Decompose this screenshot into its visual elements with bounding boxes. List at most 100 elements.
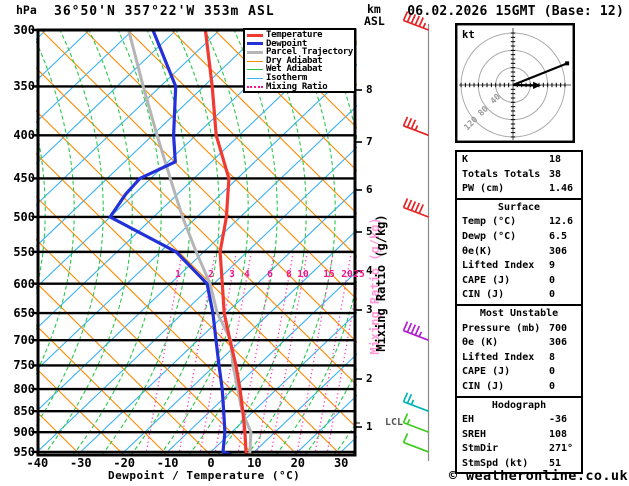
pressure-tick-label: 400 xyxy=(13,128,35,143)
table-section: Surface Temp (°C) 12.6 Dewp (°C) 6.5 θe(K) 306… xyxy=(457,200,581,306)
table-row: θe (K) 306 xyxy=(457,336,581,351)
table-row-label: PW (cm) xyxy=(462,183,505,195)
pressure-tick-label: 500 xyxy=(13,209,35,224)
table-row: θe(K) 306 xyxy=(457,245,581,260)
table-row: Pressure (mb) 700 xyxy=(457,322,581,337)
table-row-label: Pressure (mb) xyxy=(462,322,541,334)
table-row-label: Totals Totals xyxy=(462,168,541,180)
pressure-axis-unit: hPa xyxy=(16,3,37,17)
hodograph-ring-label: 120 xyxy=(462,115,480,133)
station-title: 36°50'N 357°22'W 353m ASL xyxy=(54,4,275,19)
table-section: K 18 Totals Totals 38 PW (cm) 1.46 xyxy=(457,152,581,200)
pressure-tick-label: 800 xyxy=(13,382,35,397)
legend-swatch-isotherm xyxy=(247,77,263,79)
table-row-label: Dewp (°C) xyxy=(462,230,517,242)
temperature-tick-label: -20 xyxy=(113,456,136,470)
table-row: Lifted Index 9 xyxy=(457,259,581,274)
table-section-header: Surface xyxy=(497,201,541,213)
legend-swatch-temperature xyxy=(247,33,263,37)
temperature-tick-label: -10 xyxy=(156,456,179,470)
temperature-tick-label: 0 xyxy=(207,456,215,470)
table-row: K 18 xyxy=(457,153,581,168)
table-row-value: 306 xyxy=(549,337,568,349)
run-datetime: 06.02.2026 15GMT (Base: 12) xyxy=(407,4,624,19)
table-row-label: K xyxy=(462,154,469,165)
table-row-label: θe(K) xyxy=(462,245,493,257)
table-row-value: 38 xyxy=(549,168,562,180)
skewt-sounding-page: 40 80 120 kt hPa 36°50'N 357°22'W 353m ASL … xyxy=(0,0,629,486)
table-row: StmDir 271° xyxy=(457,442,581,457)
lcl-label: LCL xyxy=(385,417,404,428)
mixing-ratio-label: 10 xyxy=(297,269,309,280)
temperature-tick-label: -40 xyxy=(26,456,49,470)
table-row-value: 9 xyxy=(549,260,556,272)
hodograph-ring-label: 40 xyxy=(489,92,503,106)
pressure-tick-label: 600 xyxy=(13,276,35,291)
table-section: Most Unstable Pressure (mb) 700 θe (K) 306 Li… xyxy=(457,306,581,398)
table-row-value: 8 xyxy=(549,351,556,363)
table-row-value: -36 xyxy=(549,414,568,426)
km-tick-label: 2 xyxy=(366,372,373,385)
mixing-ratio-label: 6 xyxy=(267,269,273,280)
pressure-tick-label: 650 xyxy=(13,306,35,321)
legend-item: Mixing Ratio xyxy=(245,81,354,92)
table-row: SREH 108 xyxy=(457,428,581,443)
legend-swatch-wet-adiabat xyxy=(247,69,263,71)
km-tick-label: 6 xyxy=(366,183,373,196)
mixing-ratio-label: 25 xyxy=(353,269,365,280)
table-row-value: 6.5 xyxy=(549,230,568,242)
legend-swatch-dry-adiabat xyxy=(247,60,263,62)
km-tick-label: 5 xyxy=(366,225,373,238)
table-row-value: 306 xyxy=(549,245,568,257)
table-row: CIN (J) 0 xyxy=(457,380,581,395)
temperature-tick-label: -30 xyxy=(69,456,92,470)
table-section-header: Most Unstable xyxy=(479,307,559,319)
table-row-label: CIN (J) xyxy=(462,380,505,392)
mixing-ratio-label: 4 xyxy=(244,269,250,280)
km-tick-label: 1 xyxy=(366,420,373,433)
table-row-value: 18 xyxy=(549,154,562,165)
table-row-label: CAPE (J) xyxy=(462,366,511,378)
table-row-label: Lifted Index xyxy=(462,260,535,272)
table-row-label: StmDir xyxy=(462,443,499,455)
table-row-label: Temp (°C) xyxy=(462,216,517,228)
temperature-tick-label: 30 xyxy=(333,456,349,470)
altitude-axis-unit-asl: ASL xyxy=(364,14,385,28)
km-tick-label: 3 xyxy=(366,303,373,316)
table-row-value: 0 xyxy=(549,366,556,378)
temperature-curve xyxy=(203,29,250,456)
table-row: Dewp (°C) 6.5 xyxy=(457,230,581,245)
credit-footer: © weatheronline.co.uk xyxy=(448,468,628,484)
table-row-label: θe (K) xyxy=(462,337,499,349)
table-row-value: 700 xyxy=(549,322,568,334)
mixing-ratio-label: 15 xyxy=(323,269,335,280)
table-row-label: Lifted Index xyxy=(462,351,535,363)
table-row-value: 12.6 xyxy=(549,216,574,228)
x-axis-title: Dewpoint / Temperature (°C) xyxy=(108,469,301,482)
pressure-tick-label: 900 xyxy=(13,425,35,440)
table-row-label: CAPE (J) xyxy=(462,274,511,286)
mixing-ratio-label: 2 xyxy=(208,269,214,280)
pressure-tick-label: 450 xyxy=(13,171,35,186)
table-row: CAPE (J) 0 xyxy=(457,274,581,289)
table-section: Hodograph EH -36 SREH 108 StmDir 271° StmSpd (k… xyxy=(457,398,581,473)
legend-label: Mixing Ratio xyxy=(266,81,328,92)
pressure-tick-label: 550 xyxy=(13,244,35,259)
table-row-label: EH xyxy=(462,414,475,426)
pressure-tick-label: 750 xyxy=(13,358,35,373)
table-row-value: 271° xyxy=(549,443,574,455)
legend-swatch-parcel-trajectory xyxy=(247,50,263,54)
table-row: Temp (°C) 12.6 xyxy=(457,215,581,230)
hodograph-trace xyxy=(512,62,568,87)
mixing-ratio-label: 1 xyxy=(175,269,181,280)
table-row-value: 0 xyxy=(549,289,556,301)
mixing-axis-label: Mixing Ratio (g/kg) xyxy=(374,214,388,352)
temperature-tick-label: 10 xyxy=(247,456,262,470)
pressure-tick-label: 300 xyxy=(13,23,35,37)
table-row-value: 0 xyxy=(549,380,556,392)
table-row-label: SREH xyxy=(462,428,487,440)
indices-table: K 18 Totals Totals 38 PW (cm) 1.46 Surface Temp… xyxy=(455,150,583,475)
legend-swatch-mixing-ratio xyxy=(247,85,263,88)
table-row: EH -36 xyxy=(457,413,581,428)
table-row: CAPE (J) 0 xyxy=(457,365,581,380)
